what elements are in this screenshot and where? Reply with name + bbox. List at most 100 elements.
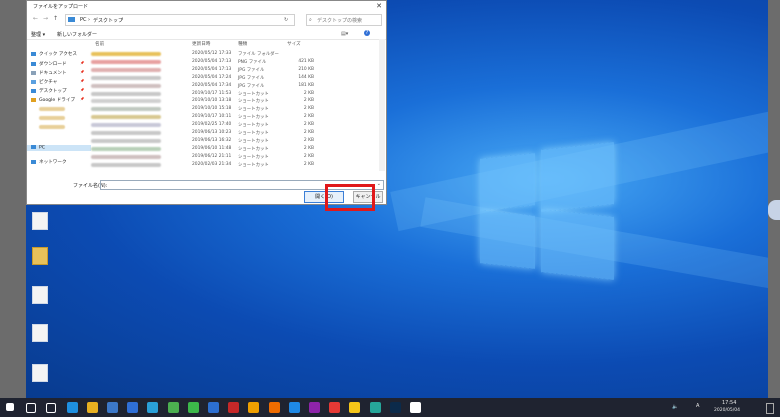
app-icon[interactable]: [329, 402, 341, 413]
organize-button[interactable]: 整理 ▾: [31, 31, 45, 38]
up-icon[interactable]: ↑: [53, 15, 58, 22]
desktop-file-icon[interactable]: [32, 286, 48, 304]
sidebar-item[interactable]: デスクトップ 📌: [31, 88, 84, 94]
app-icon[interactable]: [288, 402, 300, 413]
explorer-icon[interactable]: [410, 402, 421, 413]
file-type: ショートカット: [238, 107, 269, 113]
column-header-type[interactable]: 種類: [238, 41, 247, 47]
file-date: 2019/10/17 11:53: [192, 90, 232, 96]
file-type: PNG ファイル: [238, 59, 267, 65]
address-bar[interactable]: PC › デスクトップ › ↻: [65, 14, 295, 26]
file-type: ファイル フォルダー: [238, 52, 279, 57]
speaker-icon[interactable]: 🔈: [672, 404, 678, 410]
file-row[interactable]: 2019/06/10 11:48 ショートカット 2 KB: [89, 146, 379, 153]
file-row[interactable]: 2020/05/04 17:13 PNG ファイル 421 KB: [89, 59, 379, 66]
sidebar-folder-item[interactable]: [39, 116, 65, 120]
app-icon[interactable]: [248, 402, 260, 413]
sidebar-item[interactable]: ネットワーク: [31, 159, 67, 165]
sidebar-folder-item[interactable]: [39, 125, 65, 129]
taskbar: 🔈 A 17:54 2020/05/04: [0, 398, 780, 417]
star-icon: [31, 51, 36, 56]
sidebar-item[interactable]: ピクチャ 📌: [31, 79, 84, 85]
ime-indicator[interactable]: A: [696, 403, 699, 409]
file-name-blurred: [91, 123, 161, 128]
sidebar-item[interactable]: ドキュメント 📌: [31, 70, 84, 76]
start-icon[interactable]: [6, 403, 14, 411]
desktop-icon: [31, 88, 36, 93]
desktop-folder-icon[interactable]: [32, 247, 48, 265]
address-separator: ›: [121, 17, 123, 23]
address-segment[interactable]: デスクトップ: [93, 17, 123, 24]
desktop-file-icon[interactable]: [32, 212, 48, 230]
file-row[interactable]: 2019/06/13 10:23 ショートカット 2 KB: [89, 130, 379, 137]
app-icon[interactable]: [369, 402, 381, 413]
refresh-icon[interactable]: ↻: [284, 17, 288, 23]
app-icon[interactable]: [268, 402, 280, 413]
edge-icon[interactable]: [66, 402, 78, 413]
notification-icon[interactable]: [766, 403, 774, 414]
address-segment[interactable]: PC: [80, 17, 87, 23]
address-separator: ›: [88, 17, 90, 23]
side-arrow-button[interactable]: [768, 200, 780, 220]
forward-icon[interactable]: →: [43, 15, 48, 22]
sidebar-item[interactable]: Google ドライブ 📌: [31, 97, 84, 103]
clock-date[interactable]: 2020/05/04: [714, 408, 740, 413]
desktop-file-icon[interactable]: [32, 364, 48, 382]
file-row[interactable]: 2019/10/10 15:18 ショートカット 2 KB: [89, 106, 379, 113]
app-icon[interactable]: [107, 402, 118, 413]
sidebar-item[interactable]: PC: [27, 145, 91, 151]
chrome-icon[interactable]: [86, 402, 98, 413]
sidebar-item[interactable]: クイック アクセス: [31, 51, 77, 57]
file-name-blurred: [91, 115, 161, 120]
scrollbar[interactable]: [379, 39, 385, 171]
file-row[interactable]: 2020/02/03 21:34 ショートカット 2 KB: [89, 162, 379, 169]
file-row[interactable]: 2020/05/04 17:24 JPG ファイル 144 KB: [89, 75, 379, 82]
column-header-size[interactable]: サイズ: [287, 41, 301, 47]
filezilla-icon[interactable]: [228, 402, 240, 413]
app-icon[interactable]: [208, 402, 219, 413]
file-row[interactable]: 2019/06/13 16:32 ショートカット 2 KB: [89, 138, 379, 145]
search-input[interactable]: ⌕ デスクトップの検索: [306, 14, 382, 26]
file-row[interactable]: 2019/10/17 10:11 ショートカット 2 KB: [89, 114, 379, 121]
search-icon[interactable]: [26, 403, 37, 413]
app-icon[interactable]: [147, 402, 159, 413]
file-size: 2 KB: [303, 137, 314, 143]
file-row[interactable]: 2020/05/12 17:33 ファイル フォルダー: [89, 51, 379, 58]
file-row[interactable]: 2019/10/10 13:18 ショートカット 2 KB: [89, 98, 379, 105]
file-name-blurred: [91, 75, 161, 80]
line-icon[interactable]: [187, 402, 199, 413]
desktop-file-icon[interactable]: [32, 324, 48, 342]
file-row[interactable]: 2020/05/04 17:34 JPG ファイル 181 KB: [89, 83, 379, 90]
file-date: 2020/05/04 17:13: [192, 58, 232, 64]
photoshop-icon[interactable]: [389, 402, 401, 413]
close-icon[interactable]: ✕: [376, 2, 382, 10]
file-size: 2 KB: [303, 145, 314, 151]
column-header-name[interactable]: 名前: [95, 41, 104, 47]
back-icon[interactable]: ←: [33, 15, 38, 22]
view-options-icon[interactable]: ▤▾: [341, 31, 348, 37]
file-size: 2 KB: [303, 122, 314, 128]
download-icon: [31, 61, 36, 66]
column-header-date[interactable]: 更新日時: [192, 41, 210, 47]
file-date: 2020/05/04 17:34: [192, 82, 232, 88]
clock-time[interactable]: 17:54: [722, 400, 736, 406]
app-icon[interactable]: [127, 402, 139, 413]
system-tray: 🔈 A 17:54 2020/05/04: [640, 398, 780, 417]
file-row[interactable]: 2019/02/25 17:40 ショートカット 2 KB: [89, 122, 379, 129]
sidebar-item[interactable]: ダウンロード 📌: [31, 61, 84, 67]
chevron-down-icon[interactable]: ⌄: [377, 181, 381, 187]
file-row[interactable]: 2019/06/12 21:11 ショートカット 2 KB: [89, 154, 379, 161]
sidebar-folder-item[interactable]: [39, 107, 65, 111]
file-row[interactable]: 2019/10/17 11:53 ショートカット 2 KB: [89, 91, 379, 98]
app-icon[interactable]: [309, 402, 320, 413]
new-folder-button[interactable]: 新しいフォルダー: [57, 31, 97, 38]
file-date: 2020/05/04 17:24: [192, 74, 232, 80]
task-view-icon[interactable]: [46, 403, 57, 413]
windows-logo-pane: [480, 153, 535, 211]
app-icon[interactable]: [167, 402, 179, 413]
left-strip: [0, 0, 26, 398]
sidebar-item-label: ネットワーク: [39, 160, 67, 165]
file-row[interactable]: 2020/05/04 17:13 JPG ファイル 210 KB: [89, 67, 379, 74]
app-icon[interactable]: [349, 402, 361, 413]
help-icon[interactable]: ?: [364, 30, 370, 36]
